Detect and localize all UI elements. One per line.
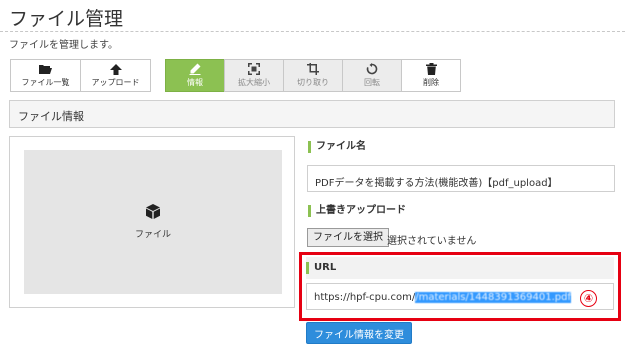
rotate-label: 回転 bbox=[364, 78, 380, 87]
rotate-button[interactable]: 回転 bbox=[342, 59, 402, 92]
url-highlight-box bbox=[299, 252, 621, 321]
folder-icon bbox=[39, 63, 53, 75]
crop-button[interactable]: 切り取り bbox=[283, 59, 343, 92]
resize-button[interactable]: 拡大縮小 bbox=[224, 59, 284, 92]
file-preview-panel: ファイル bbox=[9, 136, 295, 308]
resize-label: 拡大縮小 bbox=[238, 78, 270, 87]
file-status-text: 選択されていません bbox=[387, 236, 477, 247]
upload-button[interactable]: アップロード bbox=[80, 59, 151, 92]
resize-icon bbox=[247, 63, 261, 75]
upload-label: アップロード bbox=[91, 78, 140, 87]
page-description: ファイルを管理します。 bbox=[9, 40, 118, 51]
file-list-button[interactable]: ファイル一覧 bbox=[10, 59, 81, 92]
crop-label: 切り取り bbox=[297, 78, 329, 87]
edit-icon bbox=[188, 63, 202, 75]
overwrite-upload-label: 上書きアップロード bbox=[308, 205, 406, 217]
page-title: ファイル管理 bbox=[9, 8, 124, 30]
trash-icon bbox=[424, 63, 438, 75]
info-tab-label: 情報 bbox=[187, 78, 203, 87]
file-info-section-header: ファイル情報 bbox=[9, 100, 615, 128]
delete-label: 削除 bbox=[423, 78, 439, 87]
upload-icon bbox=[109, 63, 123, 75]
file-list-label: ファイル一覧 bbox=[21, 78, 70, 87]
rotate-icon bbox=[365, 63, 379, 75]
preview-label: ファイル bbox=[134, 230, 171, 240]
toolbar-right-group: 情報 拡大縮小 切り取り 回転 削除 bbox=[165, 59, 461, 92]
filename-input[interactable]: PDFデータを掲載する方法(機能改善)【pdf_upload】 bbox=[307, 165, 615, 192]
filename-label: ファイル名 bbox=[308, 141, 366, 153]
annotation-marker: ④ bbox=[580, 290, 597, 307]
title-divider bbox=[0, 31, 625, 32]
section-title: ファイル情報 bbox=[18, 110, 84, 123]
choose-file-button[interactable]: ファイルを選択 bbox=[307, 228, 389, 247]
info-tab-button[interactable]: 情報 bbox=[165, 59, 225, 92]
toolbar: ファイル一覧 アップロード 情報 拡大縮小 切り取り 回転 削除 bbox=[10, 59, 461, 92]
crop-icon bbox=[306, 63, 320, 75]
toolbar-left-group: ファイル一覧 アップロード bbox=[10, 59, 151, 92]
cube-icon bbox=[146, 204, 160, 223]
update-file-info-button[interactable]: ファイル情報を変更 bbox=[306, 322, 412, 344]
delete-button[interactable]: 削除 bbox=[401, 59, 461, 92]
file-preview-area: ファイル bbox=[24, 150, 282, 294]
